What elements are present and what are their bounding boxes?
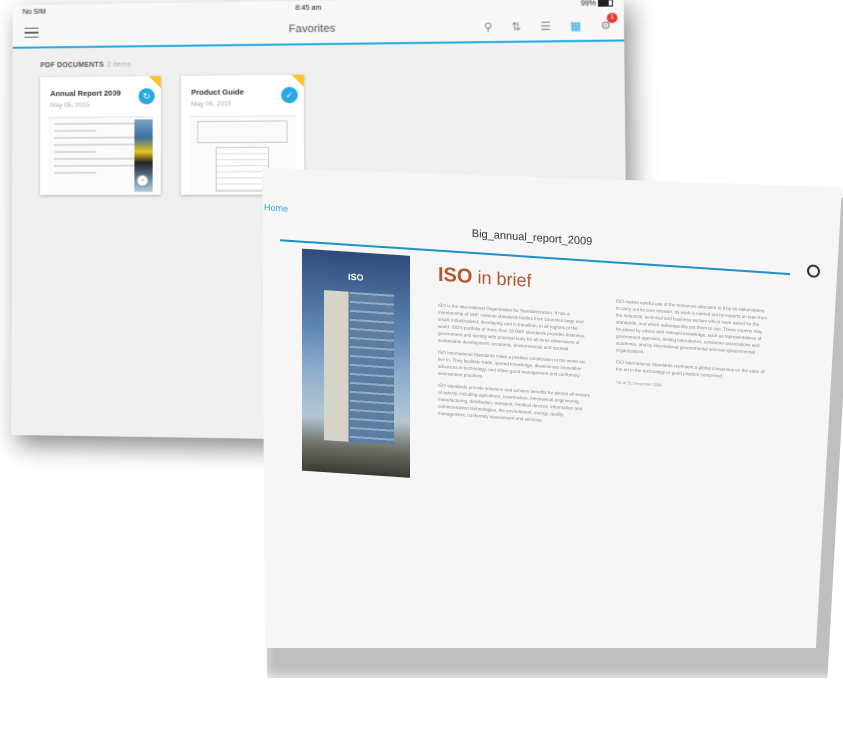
clock: 8:45 am (295, 4, 322, 12)
heading-rest: in brief (472, 266, 532, 291)
pdf-viewer-screen: Home Big_annual_report_2009 ISO ISO in b… (262, 168, 842, 648)
grid-view-icon[interactable]: ▦ (570, 19, 581, 33)
select-icon[interactable]: ↻ (138, 88, 155, 105)
thumbnail-table (197, 120, 288, 144)
list-view-icon[interactable]: ☰ (540, 19, 551, 32)
heading-bold: ISO (438, 263, 473, 288)
document-card[interactable]: Annual Report 2009 May 05, 2015 ↻ › (39, 76, 161, 195)
favorite-corner-icon (291, 74, 304, 87)
paragraph: ISO is the International Organization fo… (438, 302, 586, 352)
search-icon[interactable] (807, 264, 820, 279)
text-column-left: ISO is the International Organization fo… (438, 302, 590, 432)
thumbnail-table (215, 146, 270, 192)
sort-icon[interactable]: ⇅ (511, 20, 521, 33)
paragraph: ISO International Standards make a posit… (438, 349, 586, 379)
notification-badge: 1 (606, 12, 618, 23)
settings-icon[interactable]: ⚙ 1 (600, 12, 618, 32)
building-photo: ISO (302, 248, 410, 478)
menu-icon[interactable] (24, 27, 39, 38)
text-column-right: ISO makes careful use of the resources a… (616, 298, 768, 396)
building-image (324, 290, 394, 445)
paragraph: ISO makes careful use of the resources a… (616, 298, 768, 355)
carrier-label: No SIM (22, 8, 46, 16)
battery-indicator: 99% (581, 0, 614, 8)
section-label: PDF DOCUMENTS (40, 61, 104, 70)
home-link[interactable]: Home (264, 202, 288, 214)
document-thumbnail: › (47, 116, 153, 195)
nav-actions: ⚲ ⇅ ☰ ▦ ⚙ 1 (484, 12, 618, 33)
battery-icon (597, 0, 614, 8)
viewer-content: Home Big_annual_report_2009 ISO ISO in b… (262, 168, 820, 478)
article-heading: ISO in brief (438, 264, 531, 293)
search-icon[interactable]: ⚲ (484, 20, 493, 33)
favorite-corner-icon (148, 76, 161, 89)
selected-check-icon[interactable]: ✓ (281, 86, 298, 104)
next-page-icon[interactable]: › (136, 174, 149, 187)
iso-sign: ISO (348, 271, 364, 283)
section-count: 2 items (106, 61, 132, 69)
section-header: PDF DOCUMENTS 2 items (40, 56, 624, 69)
paragraph: ISO standards provide solutions and achi… (438, 382, 590, 423)
